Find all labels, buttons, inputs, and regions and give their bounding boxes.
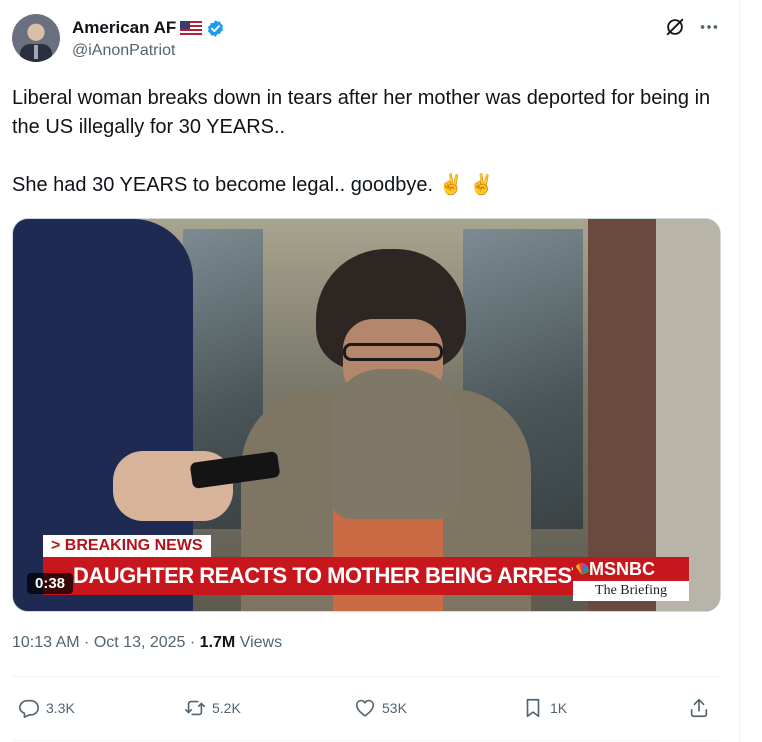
like-button[interactable]: 53K bbox=[354, 690, 407, 726]
action-bar: 3.3K 5.2K 53K 1K bbox=[12, 690, 718, 726]
grok-icon[interactable] bbox=[664, 16, 686, 38]
program-name: The Briefing bbox=[573, 581, 689, 601]
tweet-meta: 10:13 AM · Oct 13, 2025 · 1.7M Views bbox=[12, 634, 282, 652]
us-flag-icon bbox=[180, 21, 203, 35]
breaking-news-label: > BREAKING NEWS bbox=[43, 535, 211, 557]
video-player[interactable]: > BREAKING NEWS DAUGHTER REACTS TO MOTHE… bbox=[12, 218, 721, 612]
handle[interactable]: @iAnonPatriot bbox=[72, 42, 175, 60]
meta-separator: · bbox=[79, 634, 94, 651]
bookmark-count: 1K bbox=[550, 700, 568, 716]
reply-count: 3.3K bbox=[46, 700, 75, 716]
like-icon bbox=[355, 699, 375, 717]
display-name[interactable]: American AF bbox=[72, 18, 176, 38]
video-duration: 0:38 bbox=[27, 573, 74, 594]
bookmark-button[interactable]: 1K bbox=[522, 690, 567, 726]
divider bbox=[12, 676, 718, 677]
pillar bbox=[588, 219, 656, 611]
divider bbox=[12, 740, 718, 741]
share-button[interactable] bbox=[688, 690, 710, 726]
glasses bbox=[343, 343, 443, 361]
news-chyron: DAUGHTER REACTS TO MOTHER BEING ARRESTED… bbox=[43, 557, 573, 595]
reply-icon bbox=[19, 699, 39, 718]
tweet-text: Liberal woman breaks down in tears after… bbox=[12, 87, 711, 196]
meta-separator: · bbox=[185, 634, 200, 651]
name-row: American AF bbox=[72, 18, 225, 38]
repost-count: 5.2K bbox=[212, 700, 241, 716]
peacock-icon bbox=[576, 563, 589, 575]
hands bbox=[331, 369, 459, 519]
views-count: 1.7M bbox=[199, 634, 236, 651]
tweet-header: American AF @iAnonPatriot bbox=[12, 12, 732, 64]
views-label: Views bbox=[235, 634, 283, 651]
retweet-icon bbox=[185, 700, 205, 716]
tweet-time[interactable]: 10:13 AM bbox=[12, 634, 80, 651]
column-divider bbox=[739, 0, 740, 742]
more-icon[interactable] bbox=[698, 16, 720, 38]
network-name: MSNBC bbox=[589, 559, 655, 579]
verified-badge-icon bbox=[208, 19, 224, 37]
repost-button[interactable]: 5.2K bbox=[184, 690, 241, 726]
network-logo: MSNBC The Briefing bbox=[573, 557, 689, 601]
bookmark-icon bbox=[526, 698, 540, 718]
share-icon bbox=[690, 698, 708, 718]
tweet-date[interactable]: Oct 13, 2025 bbox=[94, 634, 186, 651]
avatar[interactable] bbox=[12, 14, 60, 62]
like-count: 53K bbox=[382, 700, 407, 716]
reply-button[interactable]: 3.3K bbox=[18, 690, 75, 726]
door-frame bbox=[656, 219, 720, 611]
